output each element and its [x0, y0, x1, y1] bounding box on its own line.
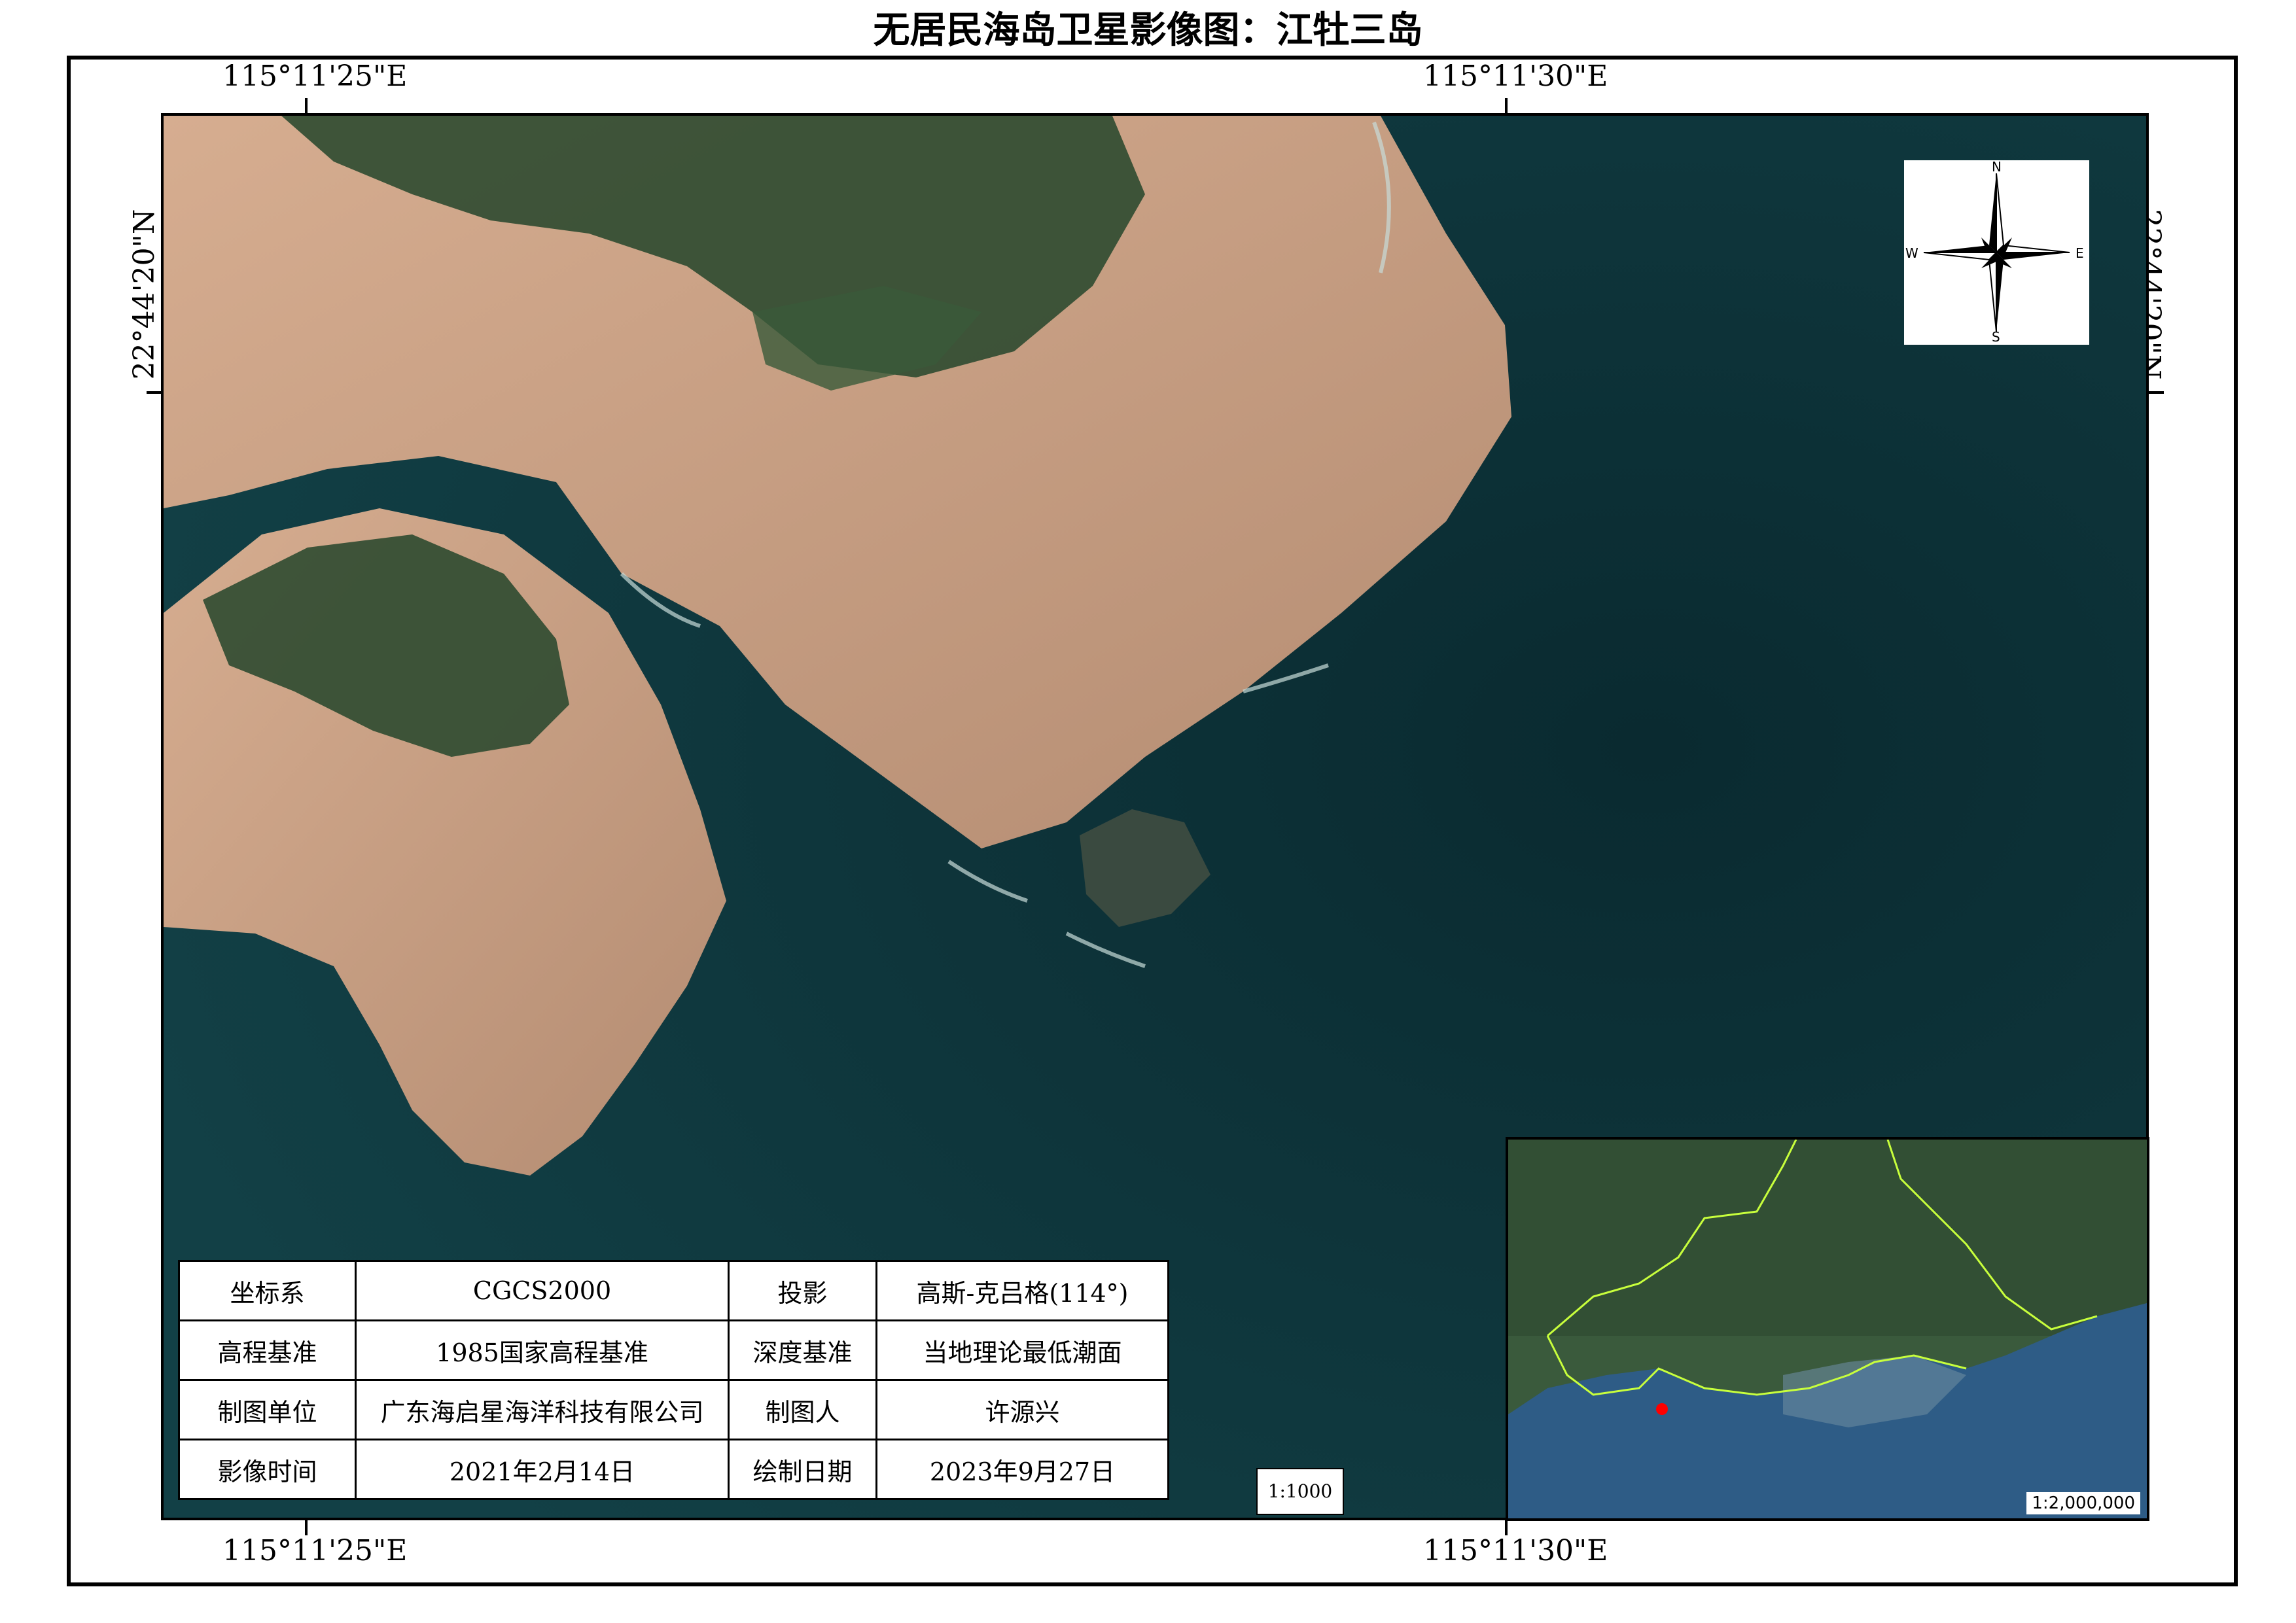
- location-marker: [1656, 1403, 1668, 1415]
- grid-tick-top-left: [305, 98, 308, 114]
- compass-rose-icon: [1923, 173, 2070, 332]
- grid-tick-left: [147, 391, 162, 394]
- compass-west-label: W: [1905, 245, 1918, 261]
- table-cell: 高程基准: [178, 1319, 357, 1381]
- table-cell: 广东海启星海洋科技有限公司: [355, 1379, 730, 1440]
- map-info-table: 坐标系 CGCS2000 投影 高斯-克吕格(114°) 高程基准 1985国家…: [178, 1260, 1169, 1500]
- table-row: 坐标系 CGCS2000 投影 高斯-克吕格(114°): [178, 1260, 1169, 1321]
- table-cell: 制图单位: [178, 1379, 357, 1440]
- map-title: 无居民海岛卫星影像图：江牡三岛: [873, 9, 1423, 52]
- inset-imagery: [1508, 1140, 2147, 1518]
- north-arrow: N S W E: [1904, 159, 2089, 345]
- map-scale: 1:1000: [1256, 1468, 1344, 1515]
- inset-scale: 1:2,000,000: [2026, 1492, 2140, 1514]
- longitude-label-top-right: 115°11'30"E: [1423, 60, 1608, 93]
- inset-location-map[interactable]: 1:2,000,000: [1506, 1137, 2149, 1521]
- table-cell: 2023年9月27日: [875, 1439, 1169, 1500]
- table-cell: 绘制日期: [728, 1439, 877, 1500]
- table-cell: 制图人: [728, 1379, 877, 1440]
- table-cell: 深度基准: [728, 1319, 877, 1381]
- table-cell: 许源兴: [875, 1379, 1169, 1440]
- table-cell: 影像时间: [178, 1439, 357, 1500]
- longitude-label-bottom-right: 115°11'30"E: [1423, 1534, 1608, 1567]
- grid-tick-bottom-left: [305, 1520, 308, 1535]
- table-cell: 投影: [728, 1260, 877, 1321]
- table-cell: 高斯-克吕格(114°): [875, 1260, 1169, 1321]
- latitude-label-left: 22°44'20"N: [128, 209, 161, 380]
- table-row: 高程基准 1985国家高程基准 深度基准 当地理论最低潮面: [178, 1319, 1169, 1381]
- table-cell: 坐标系: [178, 1260, 357, 1321]
- longitude-label-top-left: 115°11'25"E: [222, 60, 408, 93]
- grid-tick-top-right: [1505, 98, 1508, 114]
- grid-tick-bottom-right: [1505, 1520, 1508, 1535]
- table-cell: 当地理论最低潮面: [875, 1319, 1169, 1381]
- table-cell: 1985国家高程基准: [355, 1319, 730, 1381]
- table-cell: 2021年2月14日: [355, 1439, 730, 1500]
- compass-east-label: E: [2075, 245, 2084, 261]
- table-row: 影像时间 2021年2月14日 绘制日期 2023年9月27日: [178, 1439, 1169, 1500]
- longitude-label-bottom-left: 115°11'25"E: [222, 1534, 408, 1567]
- table-cell: CGCS2000: [355, 1260, 730, 1321]
- table-row: 制图单位 广东海启星海洋科技有限公司 制图人 许源兴: [178, 1379, 1169, 1440]
- grid-tick-right: [2148, 391, 2164, 394]
- compass-north-label: N: [1992, 159, 2002, 175]
- compass-south-label: S: [1992, 329, 2000, 345]
